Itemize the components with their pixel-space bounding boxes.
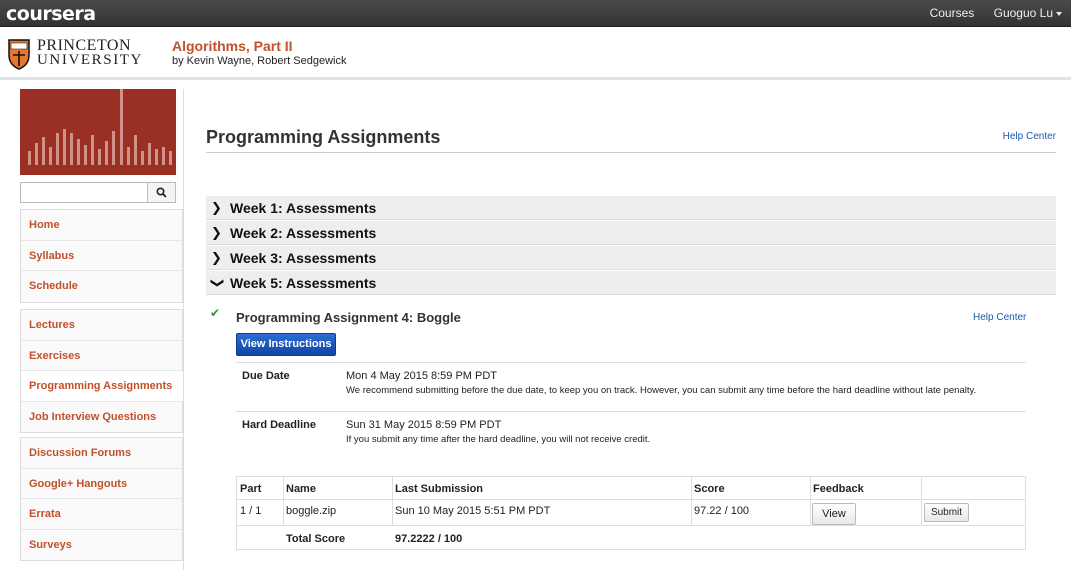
sidebar-item-google-hangouts[interactable]: Google+ Hangouts (21, 469, 182, 499)
due-date-note: We recommend submitting before the due d… (346, 385, 977, 396)
view-instructions-button[interactable]: View Instructions (236, 333, 336, 356)
sidebar-item-syllabus[interactable]: Syllabus (21, 241, 182, 271)
sidebar-item-schedule[interactable]: Schedule (21, 271, 182, 302)
file-name-cell: boggle.zip (286, 505, 337, 517)
hard-deadline-label: Hard Deadline (242, 419, 316, 431)
sidebar-item-exercises[interactable]: Exercises (21, 341, 182, 371)
column-divider (691, 477, 692, 525)
hard-deadline-note: If you submit any time after the hard de… (346, 434, 651, 445)
sidebar-item-surveys[interactable]: Surveys (21, 530, 182, 561)
sidebar: Home Syllabus Schedule Lectures Exercise… (20, 89, 184, 561)
nav-group-content: Lectures Exercises Programming Assignmen… (20, 309, 184, 433)
chevron-right-icon: ❯ (211, 200, 222, 215)
page-title: Programming Assignments (206, 127, 441, 147)
sidebar-item-errata[interactable]: Errata (21, 499, 182, 530)
column-divider (392, 477, 393, 525)
column-header-feedback: Feedback (813, 483, 864, 495)
due-date-row: Due Date Mon 4 May 2015 8:59 PM PDT We r… (236, 362, 1026, 412)
week-1-toggle[interactable]: ❯ Week 1: Assessments (206, 196, 1056, 220)
chevron-right-icon: ❯ (211, 225, 222, 240)
coursera-logo[interactable]: coursera (6, 3, 96, 25)
course-title[interactable]: Algorithms, Part II (172, 38, 293, 54)
user-name: Guoguo Lu (993, 6, 1053, 20)
last-submission-cell: Sun 10 May 2015 5:51 PM PDT (395, 505, 551, 517)
title-divider (206, 152, 1056, 153)
chevron-down-icon: ❯ (210, 277, 226, 289)
university-line2: UNIVERSITY (37, 52, 143, 68)
caret-down-icon (1056, 11, 1062, 16)
total-score-label: Total Score (286, 533, 346, 545)
score-cell: 97.22 / 100 (694, 505, 750, 517)
course-header: PRINCETON UNIVERSITY Algorithms, Part II… (0, 27, 1071, 80)
university-name[interactable]: PRINCETON UNIVERSITY (37, 38, 143, 68)
total-score-value: 97.2222 / 100 (395, 533, 463, 545)
course-banner (20, 89, 176, 175)
week-label: Week 5: Assessments (230, 275, 377, 291)
courses-link[interactable]: Courses (930, 6, 975, 20)
course-authors: by Kevin Wayne, Robert Sedgewick (172, 55, 347, 67)
table-header (237, 477, 1025, 500)
sidebar-item-home[interactable]: Home (21, 210, 182, 241)
week-label: Week 3: Assessments (230, 250, 377, 266)
week-5-toggle[interactable]: ❯ Week 5: Assessments (206, 271, 1056, 295)
sidebar-item-programming-assignments[interactable]: Programming Assignments (21, 371, 184, 402)
row-divider (237, 525, 1025, 526)
view-feedback-button[interactable]: View (812, 503, 856, 525)
nav-group-course: Home Syllabus Schedule (20, 209, 183, 303)
princeton-shield-icon (8, 39, 30, 70)
week-2-toggle[interactable]: ❯ Week 2: Assessments (206, 221, 1056, 245)
submission-table: Part Name Last Submission Score Feedback… (236, 476, 1026, 550)
banner-graphic (28, 89, 172, 165)
due-date-label: Due Date (242, 370, 290, 382)
part-cell: 1 / 1 (240, 505, 262, 517)
column-divider (810, 477, 811, 525)
main-divider (183, 89, 184, 570)
column-divider (283, 477, 284, 525)
column-divider (921, 477, 922, 525)
search-input[interactable] (21, 183, 147, 202)
sidebar-item-lectures[interactable]: Lectures (21, 310, 182, 341)
search-icon (156, 187, 167, 198)
sidebar-item-job-interview-questions[interactable]: Job Interview Questions (21, 402, 182, 433)
search-box (20, 182, 176, 203)
nav-group-community: Discussion Forums Google+ Hangouts Errat… (20, 437, 183, 561)
chevron-right-icon: ❯ (211, 250, 222, 265)
column-header-last-submission: Last Submission (395, 483, 484, 495)
column-header-part: Part (240, 483, 262, 495)
week-label: Week 1: Assessments (230, 200, 377, 216)
week-3-toggle[interactable]: ❯ Week 3: Assessments (206, 246, 1056, 270)
top-bar: coursera Courses Guoguo Lu (0, 0, 1071, 27)
hard-deadline-value: Sun 31 May 2015 8:59 PM PDT (346, 419, 502, 431)
checkmark-icon: ✔ (210, 306, 221, 320)
assignment-help-center-link[interactable]: Help Center (973, 312, 1026, 323)
university-line1: PRINCETON (37, 37, 131, 54)
due-date-value: Mon 4 May 2015 8:59 PM PDT (346, 370, 498, 382)
submit-button[interactable]: Submit (924, 503, 969, 522)
user-menu[interactable]: Guoguo Lu (994, 6, 1062, 20)
top-nav: Courses Guoguo Lu (914, 6, 1062, 20)
column-header-name: Name (286, 483, 316, 495)
help-center-link[interactable]: Help Center (1003, 131, 1056, 142)
assignment-title: Programming Assignment 4: Boggle (236, 310, 461, 325)
week-label: Week 2: Assessments (230, 225, 377, 241)
column-header-score: Score (694, 483, 725, 495)
search-button[interactable] (147, 183, 175, 202)
hard-deadline-row: Hard Deadline Sun 31 May 2015 8:59 PM PD… (236, 411, 1026, 461)
sidebar-item-discussion-forums[interactable]: Discussion Forums (21, 438, 182, 469)
